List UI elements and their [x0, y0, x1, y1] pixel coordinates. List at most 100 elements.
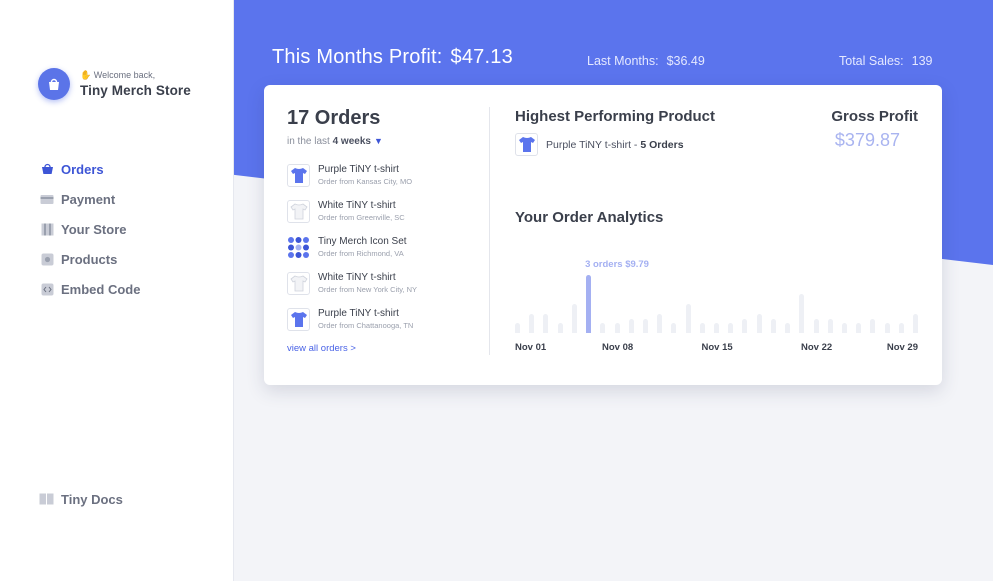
order-analytics-chart: 3 orders $9.79 — [515, 255, 918, 333]
chart-bar[interactable] — [785, 323, 791, 333]
total-sales-value: 139 — [911, 54, 933, 68]
chart-bar[interactable] — [827, 318, 833, 333]
chart-bar[interactable] — [884, 323, 890, 333]
gross-profit-value: $379.87 — [834, 130, 900, 150]
store-logo-icon — [38, 68, 70, 100]
store-icon — [40, 222, 54, 236]
sidebar-item-label: Embed Code — [61, 281, 141, 297]
x-tick-label: Nov 29 — [886, 342, 918, 353]
monthly-profit-amount: $47.13 — [450, 46, 513, 68]
chart-bar[interactable] — [699, 323, 705, 333]
chart-bar[interactable] — [813, 318, 819, 333]
store-name: Tiny Merch Store — [80, 83, 191, 98]
chart-bar[interactable] — [770, 318, 776, 333]
sidebar-nav: Orders Payment Your Store Products Embed… — [40, 154, 140, 304]
x-tick-label: Nov 15 — [701, 342, 733, 353]
chart-bar[interactable] — [557, 323, 563, 333]
chart-bar[interactable] — [714, 323, 719, 333]
white-shirt-icon — [287, 271, 310, 295]
brand[interactable]: ✋ Welcome back, Tiny Merch Store — [38, 68, 191, 100]
sidebar-item-products[interactable]: Products — [40, 244, 140, 274]
gross-profit-title: Gross Profit — [831, 108, 918, 125]
orders-period-selector[interactable]: in the last 4 weeks ▼ — [287, 136, 467, 147]
order-location: Order from Kansas City, MO — [318, 177, 413, 186]
total-sales-stat: Total Sales: 139 — [839, 54, 932, 68]
order-location: Order from New York City, NY — [318, 285, 418, 294]
chart-bar[interactable] — [898, 323, 904, 333]
sidebar-docs-label: Tiny Docs — [61, 491, 123, 507]
sidebar-item-label: Orders — [61, 161, 104, 177]
purple-shirt-icon — [287, 307, 310, 331]
chart-x-axis: Nov 01 Nov 08 Nov 15 Nov 22 Nov 29 — [515, 342, 918, 356]
x-tick-label: Nov 01 — [515, 342, 547, 353]
list-item[interactable]: White TiNY t-shirt Order from New York Ci… — [287, 265, 467, 301]
chart-bar[interactable] — [586, 275, 592, 333]
sidebar-item-tiny-docs[interactable]: Tiny Docs — [38, 484, 123, 514]
chart-bar[interactable] — [628, 318, 634, 333]
wave-icon: ✋ — [80, 70, 92, 80]
total-sales-label: Total Sales: — [839, 54, 904, 68]
x-tick-label: Nov 22 — [801, 342, 833, 353]
monthly-profit-label: This Months Profit: — [272, 46, 443, 68]
order-product: Purple TiNY t-shirt — [318, 164, 399, 175]
orders-count-title: 17 Orders — [287, 107, 381, 129]
welcome-text: Welcome back, — [93, 70, 156, 80]
code-icon — [40, 282, 54, 296]
products-icon — [40, 252, 54, 266]
order-product: Purple TiNY t-shirt — [318, 308, 399, 319]
order-product: White TiNY t-shirt — [318, 272, 396, 283]
sidebar-item-payment[interactable]: Payment — [40, 184, 140, 214]
orders-period-prefix: in the last — [287, 136, 330, 147]
book-icon — [38, 492, 54, 506]
order-location: Order from Richmond, VA — [318, 249, 404, 258]
order-product: White TiNY t-shirt — [318, 200, 396, 211]
chart-bar[interactable] — [870, 318, 876, 333]
monthly-profit-heading: This Months Profit: $47.13 — [272, 46, 513, 69]
chart-bar[interactable] — [642, 318, 648, 333]
column-divider — [489, 107, 490, 355]
chart-bar[interactable] — [728, 323, 734, 333]
chart-bar[interactable] — [614, 323, 620, 333]
card-icon — [40, 192, 54, 206]
icon-set-icon — [287, 235, 310, 259]
sidebar-item-label: Products — [61, 251, 118, 267]
sidebar-item-orders[interactable]: Orders — [40, 154, 140, 184]
last-month-stat: Last Months: $36.49 — [587, 54, 705, 68]
chevron-down-icon: ▼ — [373, 136, 383, 146]
orders-card: 17 Orders in the last 4 weeks ▼ Purple Ti… — [264, 85, 942, 385]
sidebar-item-embed-code[interactable]: Embed Code — [40, 274, 140, 304]
list-item[interactable]: Purple TiNY t-shirt Order from Chattanoog… — [287, 301, 467, 337]
highest-product-count: 5 Orders — [640, 138, 684, 151]
purple-shirt-icon — [515, 133, 538, 156]
chart-bar[interactable] — [913, 313, 918, 333]
order-product: Tiny Merch Icon Set — [318, 236, 407, 247]
view-all-orders-link[interactable]: view all orders > — [287, 343, 356, 354]
chart-bar[interactable] — [515, 323, 520, 333]
analytics-title: Your Order Analytics — [515, 209, 664, 226]
order-list: Purple TiNY t-shirt Order from Kansas Cit… — [287, 157, 467, 337]
chart-bar[interactable] — [671, 323, 677, 333]
list-item[interactable]: Purple TiNY t-shirt Order from Kansas Cit… — [287, 157, 467, 193]
chart-bar[interactable] — [856, 323, 862, 333]
purple-shirt-icon — [287, 163, 310, 187]
chart-bar[interactable] — [841, 323, 847, 333]
highest-product-title: Highest Performing Product — [515, 108, 716, 125]
chart-bar[interactable] — [685, 304, 691, 333]
chart-bar[interactable] — [600, 323, 606, 333]
chart-bar[interactable] — [756, 313, 762, 333]
list-item[interactable]: White TiNY t-shirt Order from Greenville,… — [287, 193, 467, 229]
sidebar: ✋ Welcome back, Tiny Merch Store Orders … — [0, 0, 234, 581]
chart-bar[interactable] — [657, 313, 663, 333]
orders-column: 17 Orders in the last 4 weeks ▼ Purple Ti… — [287, 107, 467, 337]
sidebar-item-label: Payment — [61, 191, 116, 207]
chart-bar[interactable] — [529, 313, 535, 333]
chart-bar[interactable] — [571, 304, 577, 333]
list-item[interactable]: Tiny Merch Icon Set Order from Richmond, … — [287, 229, 467, 265]
chart-bar[interactable] — [543, 313, 549, 333]
order-location: Order from Chattanooga, TN — [318, 321, 414, 330]
highest-product-row[interactable]: Purple TiNY t-shirt - 5 Orders — [515, 133, 684, 156]
chart-bar[interactable] — [742, 318, 748, 333]
sidebar-item-your-store[interactable]: Your Store — [40, 214, 140, 244]
basket-icon — [40, 162, 54, 176]
chart-bar[interactable] — [799, 294, 805, 333]
